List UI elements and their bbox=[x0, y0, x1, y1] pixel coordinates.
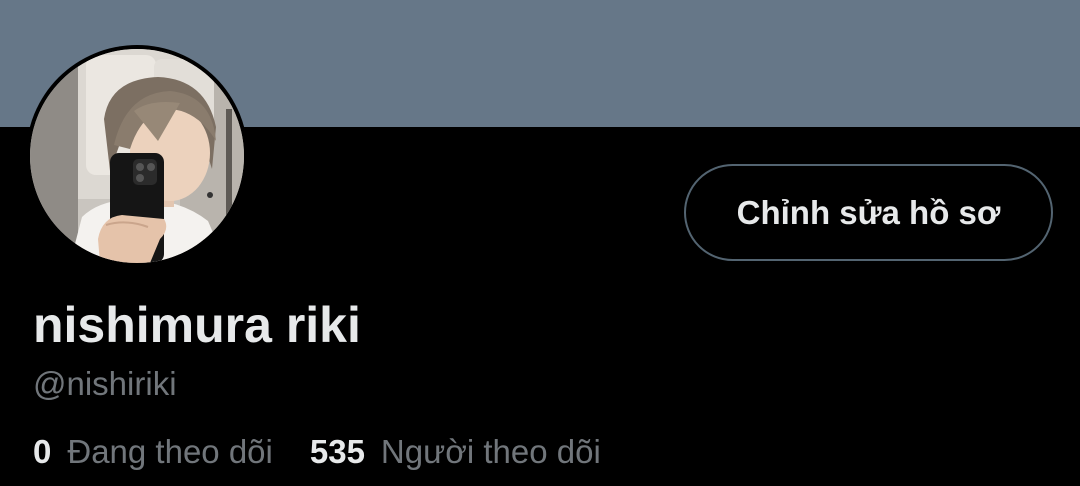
avatar-image bbox=[30, 49, 244, 263]
following-stat[interactable]: 0 Đang theo dõi bbox=[33, 432, 273, 472]
following-label: Đang theo dõi bbox=[67, 433, 273, 470]
display-name: nishimura riki bbox=[33, 297, 361, 353]
followers-stat[interactable]: 535 Người theo dõi bbox=[310, 432, 601, 472]
following-count: 0 bbox=[33, 433, 52, 470]
avatar-photo bbox=[30, 49, 244, 263]
followers-label: Người theo dõi bbox=[380, 433, 601, 470]
edit-profile-button[interactable]: Chỉnh sửa hồ sơ bbox=[684, 164, 1053, 261]
avatar[interactable] bbox=[26, 45, 248, 267]
followers-count: 535 bbox=[309, 433, 365, 470]
user-handle: @nishiriki bbox=[33, 365, 177, 402]
profile-header: Chỉnh sửa hồ sơ nishimura riki @nishirik… bbox=[0, 0, 1080, 486]
follow-stats: 0 Đang theo dõi 535 Người theo dõi bbox=[33, 432, 601, 472]
